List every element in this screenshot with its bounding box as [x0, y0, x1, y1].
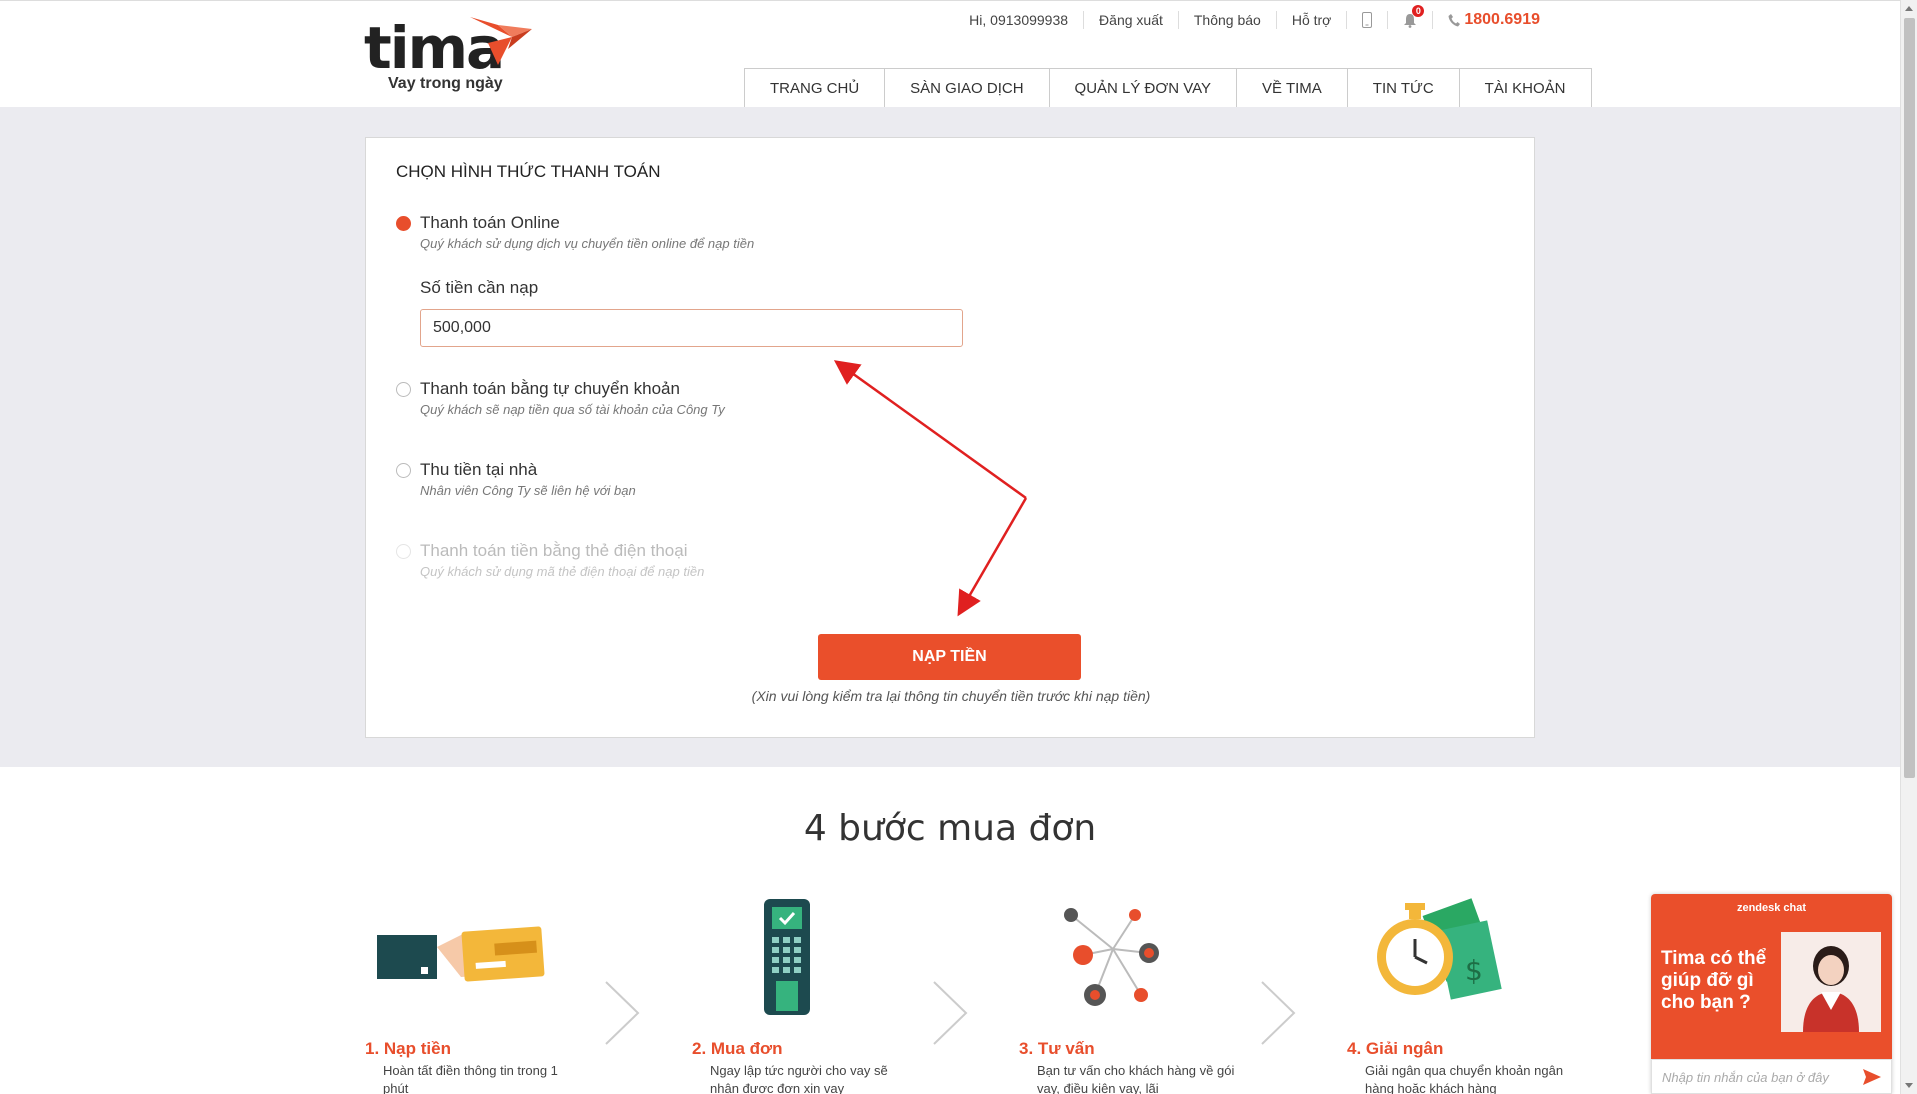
page-scrollbar[interactable]	[1900, 0, 1917, 1094]
option-label: Thanh toán tiền bằng thẻ điện thoại	[420, 541, 688, 560]
chevron-right-icon	[605, 981, 640, 1045]
steps-title: 4 bước mua đơn	[803, 808, 1097, 849]
user-greeting[interactable]: Hi, 0913099938	[954, 11, 1083, 29]
scroll-down-arrow-icon[interactable]	[1905, 1083, 1913, 1088]
phone-icon	[1448, 14, 1461, 27]
scroll-up-arrow-icon[interactable]	[1905, 6, 1913, 11]
nav-tab-loan-management[interactable]: QUẢN LÝ ĐƠN VAY	[1048, 69, 1237, 108]
top-utility-bar: Hi, 0913099938 Đăng xuất Thông báo Hỗ tr…	[900, 5, 1540, 31]
step-title: 2. Mua đơn	[692, 1039, 783, 1058]
step-description: Hoàn tất điền thông tin trong 1 phút	[383, 1063, 558, 1094]
radio-phone-card	[396, 544, 411, 559]
option-label: Thanh toán Online	[420, 213, 560, 232]
main-nav: TRANG CHỦ SÀN GIAO DỊCH QUẢN LÝ ĐƠN VAY …	[744, 68, 1592, 108]
radio-home-collection[interactable]	[396, 463, 411, 478]
chat-agent-avatar	[1781, 932, 1881, 1032]
amount-label: Số tiền cần nạp	[420, 278, 539, 297]
step-description: Giải ngân qua chuyển khoản ngân hàng hoặ…	[1365, 1063, 1564, 1094]
amount-input[interactable]	[420, 309, 963, 347]
notifications-link[interactable]: Thông báo	[1177, 11, 1276, 29]
option-label: Thanh toán bằng tự chuyển khoản	[420, 379, 680, 398]
svg-text:$: $	[1465, 954, 1483, 987]
step-title: 3. Tư vấn	[1019, 1039, 1095, 1058]
radio-bank-transfer[interactable]	[396, 382, 411, 397]
radio-online-payment[interactable]	[396, 216, 411, 231]
payment-section-title: CHỌN HÌNH THỨC THANH TOÁN	[396, 162, 661, 181]
zendesk-chat-widget[interactable]: zendesk chat Tima có thể giúp đỡ gì cho …	[1651, 894, 1892, 1094]
step-description: Ngay lập tức người cho vay sẽ nhận được …	[710, 1063, 888, 1094]
agent-avatar-icon	[1781, 932, 1881, 1032]
chat-message-input[interactable]: Nhập tin nhắn của bạn ở đây	[1651, 1059, 1892, 1094]
hotline[interactable]: 1800.6919	[1432, 11, 1540, 29]
step-description: Bạn tư vấn cho khách hàng về gói vay, đi…	[1037, 1063, 1235, 1094]
network-nodes-icon	[1064, 908, 1159, 1006]
option-description: Quý khách sử dụng mã thẻ điện thoại để n…	[420, 564, 705, 579]
bird-logo-icon	[470, 17, 532, 65]
step-title: 4. Giải ngân	[1347, 1039, 1444, 1058]
send-icon[interactable]	[1863, 1069, 1881, 1085]
logo-tagline: Vay trong ngày	[388, 75, 503, 92]
hotline-number: 1800.6919	[1464, 11, 1540, 28]
nav-tab-marketplace[interactable]: SÀN GIAO DỊCH	[884, 69, 1048, 108]
nav-tab-about[interactable]: VỀ TIMA	[1236, 69, 1347, 108]
step-title: 1. Nạp tiền	[365, 1039, 451, 1058]
nav-tab-news[interactable]: TIN TỨC	[1346, 69, 1459, 108]
deposit-note: (Xin vui lòng kiểm tra lại thông tin chu…	[751, 688, 1151, 704]
support-link[interactable]: Hỗ trợ	[1275, 11, 1347, 29]
scrollbar-thumb[interactable]	[1904, 18, 1915, 778]
chevron-right-icon	[1261, 981, 1296, 1045]
nav-tab-home[interactable]: TRANG CHỦ	[745, 69, 884, 108]
pos-terminal-icon	[764, 899, 810, 1015]
option-description: Quý khách sẽ nạp tiền qua số tài khoản c…	[420, 402, 725, 417]
notification-count-badge: 0	[1412, 5, 1425, 17]
mobile-app-link[interactable]	[1346, 11, 1387, 29]
logout-link[interactable]: Đăng xuất	[1083, 11, 1178, 29]
option-description: Quý khách sử dụng dịch vụ chuyển tiền on…	[420, 236, 755, 251]
nav-tab-account[interactable]: TÀI KHOẢN	[1458, 69, 1591, 108]
site-header: tima Vay trong ngày Hi, 0913099938 Đăng …	[0, 0, 1900, 108]
chat-greeting: Tima có thể giúp đỡ gì cho bạn ?	[1661, 948, 1767, 1013]
chat-brand: zendesk chat	[1736, 902, 1807, 914]
option-description: Nhân viên Công Ty sẽ liên hệ với bạn	[420, 483, 636, 498]
mobile-phone-icon	[1362, 12, 1373, 28]
stopwatch-money-icon: $	[1377, 898, 1502, 1000]
deposit-button[interactable]: NẠP TIỀN	[818, 634, 1081, 680]
annotation-arrow-icon	[833, 360, 1028, 617]
tima-logo[interactable]: tima Vay trong ngày	[364, 15, 534, 95]
notification-bell[interactable]: 0	[1387, 5, 1432, 29]
option-label: Thu tiền tại nhà	[420, 460, 538, 479]
card-payment-icon	[377, 926, 545, 982]
chevron-right-icon	[933, 981, 968, 1045]
chat-input-placeholder: Nhập tin nhắn của bạn ở đây	[1662, 1070, 1829, 1085]
